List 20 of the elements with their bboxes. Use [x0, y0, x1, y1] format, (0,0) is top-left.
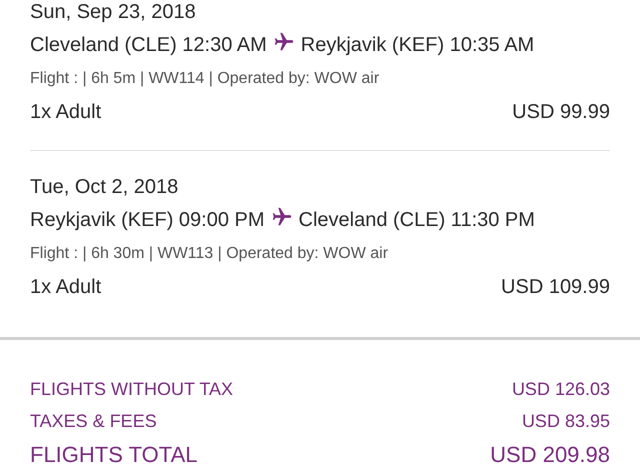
departure-info: Reykjavik (KEF) 09:00 PM — [30, 208, 265, 233]
fare-price: USD 109.99 — [501, 275, 610, 300]
summary-label: FLIGHTS TOTAL — [30, 441, 198, 469]
summary-amount: USD 83.95 — [522, 410, 610, 433]
flight-details: Flight : | 6h 5m | WW114 | Operated by: WOW air — [30, 70, 380, 87]
summary-amount: USD 209.98 — [490, 441, 610, 469]
arrival-info: Cleveland (CLE) 11:30 PM — [298, 208, 535, 233]
flight-date: Tue, Oct 2, 2018 — [30, 176, 178, 198]
summary-amount: USD 126.03 — [512, 378, 610, 401]
departure-info: Cleveland (CLE) 12:30 AM — [30, 33, 267, 58]
airplane-icon — [270, 206, 293, 228]
summary-label: TAXES & FEES — [30, 410, 157, 433]
passenger-count: 1x Adult — [30, 100, 102, 125]
summary-label: FLIGHTS WITHOUT TAX — [30, 378, 234, 401]
flight-date: Sun, Sep 23, 2018 — [30, 1, 196, 23]
passenger-count: 1x Adult — [30, 275, 102, 300]
fare-price: USD 99.99 — [512, 100, 610, 125]
flight-details: Flight : | 6h 30m | WW113 | Operated by: WOW air — [30, 245, 388, 262]
airplane-icon — [272, 30, 295, 52]
arrival-info: Reykjavik (KEF) 10:35 AM — [300, 33, 534, 58]
